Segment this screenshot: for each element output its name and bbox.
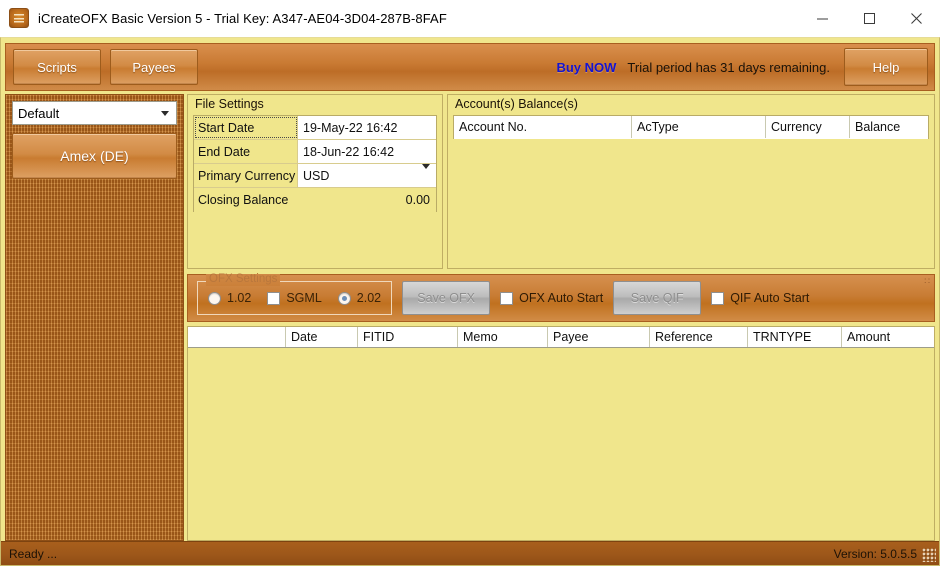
chevron-down-icon (155, 103, 175, 123)
checkbox-icon (500, 291, 514, 305)
minimize-icon (817, 18, 828, 19)
column-header-memo[interactable]: Memo (458, 327, 548, 347)
account-button-amex[interactable]: Amex (DE) (12, 133, 177, 179)
close-icon (911, 12, 922, 24)
column-header-reference[interactable]: Reference (650, 327, 748, 347)
application-window: iCreateOFX Basic Version 5 - Trial Key: … (0, 0, 940, 566)
profile-select[interactable]: Default (12, 101, 177, 125)
save-qif-button[interactable]: Save QIF (613, 281, 702, 315)
title-bar: iCreateOFX Basic Version 5 - Trial Key: … (0, 0, 940, 37)
checkbox-ofx-auto-start[interactable]: OFX Auto Start (500, 291, 603, 305)
column-header-actype[interactable]: AcType (632, 116, 766, 138)
profile-select-value: Default (18, 105, 60, 121)
closing-balance-value: 0.00 (298, 188, 436, 212)
file-settings-title: File Settings (195, 97, 264, 111)
closing-balance-label: Closing Balance (194, 188, 298, 212)
end-date-value[interactable]: 18-Jun-22 16:42 (298, 140, 436, 163)
column-header-balance[interactable]: Balance (850, 116, 928, 138)
ofx-version-group: OFX Settings 1.02 SGML 2.02 (197, 273, 393, 315)
radio-ofx-102[interactable]: 1.02 (208, 291, 251, 305)
radio-ofx-202[interactable]: 2.02 (337, 291, 382, 305)
status-bar: Ready ... Version: 5.0.5.5 (1, 541, 939, 565)
status-text: Ready ... (9, 546, 58, 561)
chevron-down-icon (422, 163, 430, 183)
checkbox-icon (267, 291, 281, 305)
primary-currency-select[interactable]: USD (298, 163, 436, 187)
toolbar-right-group: Buy NOW Trial period has 31 days remaini… (556, 48, 928, 86)
radio-ofx-102-label: 1.02 (227, 291, 252, 305)
version-text: Version: 5.0.5.5 (833, 546, 917, 561)
checkbox-sgml-label: SGML (286, 291, 322, 305)
trial-status-text: Trial period has 31 days remaining. (627, 59, 830, 75)
transactions-header-row: Date FITID Memo Payee Reference TRNTYPE … (188, 326, 934, 348)
file-settings-panel: File Settings Start Date 19-May-22 16:42… (187, 94, 443, 269)
main-content: File Settings Start Date 19-May-22 16:42… (187, 94, 935, 541)
scripts-button[interactable]: Scripts (13, 49, 101, 85)
top-panels-row: File Settings Start Date 19-May-22 16:42… (187, 94, 935, 269)
file-settings-row-end-date[interactable]: End Date 18-Jun-22 16:42 (194, 140, 436, 164)
account-balances-body (454, 138, 928, 139)
body-row: Default Amex (DE) File Settings Start Da… (5, 94, 935, 541)
column-header-amount[interactable]: Amount (842, 327, 934, 347)
account-balances-table: Account No. AcType Currency Balance (453, 115, 929, 139)
column-header-date[interactable]: Date (286, 327, 358, 347)
account-balances-title: Account(s) Balance(s) (455, 97, 578, 111)
column-header-payee[interactable]: Payee (548, 327, 650, 347)
radio-ofx-202-label: 2.02 (356, 291, 382, 305)
checkbox-sgml[interactable]: SGML (267, 291, 322, 305)
main-toolbar: Scripts Payees Buy NOW Trial period has … (5, 43, 935, 91)
start-date-label: Start Date (194, 116, 298, 139)
column-header-fitid[interactable]: FITID (358, 327, 458, 347)
start-date-value[interactable]: 19-May-22 16:42 (298, 116, 436, 139)
resize-grip-icon[interactable] (922, 548, 936, 562)
ofx-settings-group-title: OFX Settings (206, 273, 281, 286)
primary-currency-label: Primary Currency (194, 164, 298, 187)
radio-icon (337, 291, 351, 305)
maximize-icon (864, 12, 875, 24)
help-button[interactable]: Help (844, 48, 928, 86)
client-area: Scripts Payees Buy NOW Trial period has … (0, 37, 940, 566)
file-settings-row-closing-balance: Closing Balance 0.00 (194, 188, 436, 212)
column-header-selector[interactable] (188, 327, 286, 347)
checkbox-icon (711, 291, 725, 305)
sidebar: Default Amex (DE) (5, 94, 184, 541)
checkbox-ofx-auto-start-label: OFX Auto Start (519, 291, 604, 305)
file-settings-row-primary-currency[interactable]: Primary Currency USD (194, 163, 436, 188)
account-balances-header-row: Account No. AcType Currency Balance (454, 116, 928, 138)
end-date-label: End Date (194, 140, 298, 163)
column-header-currency[interactable]: Currency (766, 116, 850, 138)
save-ofx-button[interactable]: Save OFX (402, 281, 491, 315)
window-controls (799, 0, 940, 36)
checkbox-qif-auto-start[interactable]: QIF Auto Start (711, 291, 809, 305)
ofx-settings-bar: OFX Settings 1.02 SGML 2.02 Save OFX OFX… (187, 273, 935, 322)
resize-marker-icon: ∷ (924, 276, 930, 286)
column-header-account-no[interactable]: Account No. (454, 116, 632, 138)
account-balances-panel: Account(s) Balance(s) Account No. AcType… (447, 94, 935, 269)
transactions-table: Date FITID Memo Payee Reference TRNTYPE … (187, 326, 935, 541)
minimize-button[interactable] (799, 0, 846, 36)
primary-currency-value: USD (303, 168, 330, 183)
toolbar-left-group: Scripts Payees (13, 49, 198, 85)
checkbox-qif-auto-start-label: QIF Auto Start (730, 291, 810, 305)
app-icon (9, 8, 29, 28)
maximize-button[interactable] (846, 0, 893, 36)
column-header-trntype[interactable]: TRNTYPE (748, 327, 842, 347)
payees-button[interactable]: Payees (110, 49, 198, 85)
radio-icon (208, 291, 221, 305)
file-settings-row-start-date[interactable]: Start Date 19-May-22 16:42 (194, 116, 436, 140)
file-settings-grid: Start Date 19-May-22 16:42 End Date 18-J… (193, 115, 437, 212)
buy-now-link[interactable]: Buy NOW (556, 60, 616, 75)
transactions-body[interactable] (188, 348, 934, 540)
window-title: iCreateOFX Basic Version 5 - Trial Key: … (38, 10, 447, 26)
close-button[interactable] (893, 0, 940, 36)
